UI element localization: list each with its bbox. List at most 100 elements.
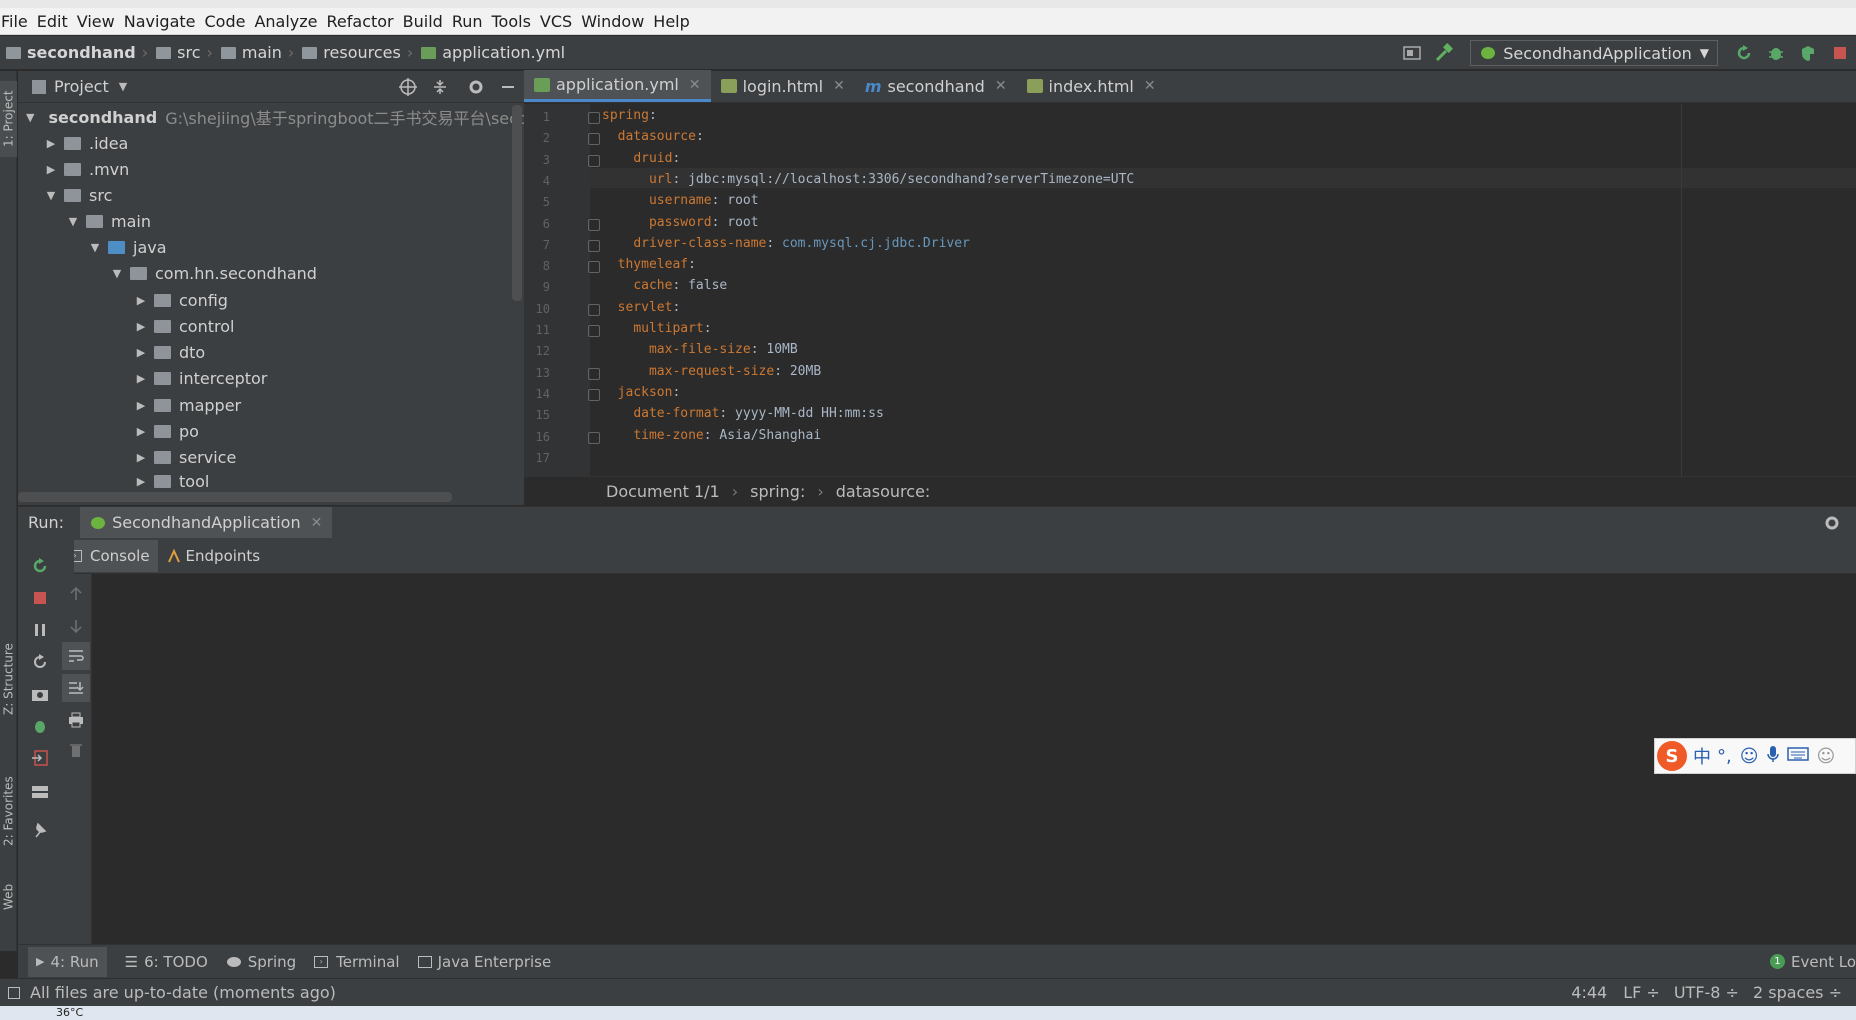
scroll-to-end-icon[interactable] [62, 674, 90, 702]
tree-item-main[interactable]: ▼ main [18, 208, 524, 234]
sogou-logo-icon[interactable]: S [1657, 741, 1687, 771]
menu-tools[interactable]: Tools [492, 12, 540, 31]
breadcrumb-file[interactable]: application.yml [415, 43, 565, 62]
stop-icon[interactable] [1826, 39, 1854, 67]
breadcrumb-resources[interactable]: resources › [296, 43, 415, 62]
fold-marker-icon[interactable] [588, 388, 600, 401]
arrow-down-icon[interactable] [62, 612, 90, 640]
spring-tool-tab[interactable]: Spring [226, 953, 296, 971]
stop-icon[interactable] [26, 584, 54, 612]
toggle-tool-windows-icon[interactable] [8, 986, 20, 999]
weather-temperature[interactable]: 36°C [56, 1006, 83, 1019]
tab-application-yml[interactable]: application.yml ✕ [524, 70, 711, 102]
fold-marker-icon[interactable] [588, 218, 600, 231]
locate-icon[interactable] [394, 73, 422, 101]
line-separator-select[interactable]: LF ÷ [1623, 983, 1660, 1002]
restart-icon[interactable] [26, 648, 54, 676]
tree-root[interactable]: ▼ secondhand G:\shejiing\基于springboot二手书交易… [18, 104, 524, 130]
close-icon[interactable]: ✕ [833, 78, 845, 94]
close-icon[interactable]: ✕ [1144, 78, 1156, 94]
menu-refactor[interactable]: Refactor [327, 12, 403, 31]
fold-marker-icon[interactable] [588, 133, 600, 146]
fold-marker-icon[interactable] [588, 367, 600, 380]
project-horizontal-scrollbar[interactable] [18, 492, 452, 502]
emoji-icon[interactable]: ☺ [1740, 746, 1759, 767]
tree-item-config[interactable]: ▶ config [18, 287, 524, 313]
exit-icon[interactable] [26, 744, 54, 772]
breadcrumb-main[interactable]: main › [215, 43, 296, 62]
project-panel-title[interactable]: Project [54, 77, 109, 96]
tab-secondhand[interactable]: m secondhand ✕ [855, 70, 1017, 102]
trash-icon[interactable] [62, 736, 90, 764]
run-tab[interactable]: SecondhandApplication ✕ [80, 506, 333, 539]
console-tab[interactable]: › Console [60, 540, 158, 572]
ime-punctuation-toggle[interactable]: °, [1717, 746, 1732, 767]
favorites-tool-tab[interactable]: 2: Favorites [0, 761, 17, 861]
tree-item-idea[interactable]: ▶ .idea [18, 130, 524, 156]
tree-item-package[interactable]: ▼ com.hn.secondhand [18, 260, 524, 286]
chevron-down-icon[interactable]: ▼ [119, 80, 127, 93]
pin-icon[interactable] [26, 816, 54, 844]
java-enterprise-tool-tab[interactable]: Java Enterprise [417, 953, 551, 971]
menu-build[interactable]: Build [403, 12, 452, 31]
ime-language-toggle[interactable]: 中 [1693, 743, 1711, 769]
rerun-icon[interactable] [26, 552, 54, 580]
print-icon[interactable] [62, 706, 90, 734]
run-tool-tab[interactable]: ▶ 4: Run [28, 946, 107, 977]
tree-item-mapper[interactable]: ▶ mapper [18, 392, 524, 418]
encoding-select[interactable]: UTF-8 ÷ [1674, 983, 1739, 1002]
fold-marker-icon[interactable] [588, 154, 600, 167]
close-icon[interactable]: ✕ [995, 78, 1007, 94]
arrow-up-icon[interactable] [62, 580, 90, 608]
gear-icon[interactable] [1818, 509, 1846, 537]
doc-breadcrumb-spring[interactable]: spring: [750, 482, 805, 501]
project-tool-tab[interactable]: 1: Project [0, 81, 17, 157]
camera-icon[interactable] [26, 680, 54, 708]
gear-icon[interactable] [462, 73, 490, 101]
rerun-icon[interactable] [1730, 39, 1758, 67]
tab-index-html[interactable]: index.html ✕ [1017, 70, 1166, 102]
debug-bug-icon[interactable] [1762, 39, 1790, 67]
menu-navigate[interactable]: Navigate [124, 12, 205, 31]
todo-tool-tab[interactable]: ☰ 6: TODO [125, 953, 208, 971]
soft-wrap-icon[interactable] [62, 642, 90, 670]
tree-item-mvn[interactable]: ▶ .mvn [18, 156, 524, 182]
layout-icon[interactable] [1398, 39, 1426, 67]
console-output[interactable] [92, 574, 1856, 944]
endpoints-tab[interactable]: Endpoints [158, 547, 269, 565]
menu-vcs[interactable]: VCS [540, 12, 581, 31]
breadcrumb-src[interactable]: src › [150, 43, 215, 62]
close-icon[interactable]: ✕ [311, 515, 323, 531]
tree-item-service[interactable]: ▶ service [18, 444, 524, 470]
pause-icon[interactable] [26, 616, 54, 644]
menu-analyze[interactable]: Analyze [254, 12, 326, 31]
microphone-icon[interactable] [1766, 745, 1779, 768]
close-icon[interactable]: ✕ [689, 77, 701, 93]
minimize-icon[interactable] [494, 73, 522, 101]
menu-code[interactable]: Code [205, 12, 255, 31]
fold-marker-icon[interactable] [588, 239, 600, 252]
run-configuration-select[interactable]: SecondhandApplication ▼ [1470, 40, 1718, 66]
structure-tool-tab[interactable]: Z: Structure [0, 631, 17, 727]
terminal-tool-tab[interactable]: › Terminal [314, 953, 400, 971]
build-hammer-icon[interactable] [1430, 39, 1458, 67]
keyboard-icon[interactable] [1786, 746, 1809, 767]
fold-marker-icon[interactable] [588, 431, 600, 444]
breadcrumb-project[interactable]: secondhand › [0, 43, 150, 62]
menu-file[interactable]: File [0, 12, 37, 31]
menu-edit[interactable]: Edit [37, 12, 77, 31]
tree-item-control[interactable]: ▶ control [18, 313, 524, 339]
menu-view[interactable]: View [77, 12, 124, 31]
fold-marker-icon[interactable] [588, 325, 600, 337]
tree-item-interceptor[interactable]: ▶ interceptor [18, 365, 524, 391]
caret-position[interactable]: 4:44 [1571, 983, 1607, 1002]
web-tool-tab[interactable]: Web [0, 877, 17, 917]
coverage-icon[interactable] [1794, 39, 1822, 67]
debug-restart-icon[interactable] [26, 712, 54, 740]
tab-login-html[interactable]: login.html ✕ [711, 70, 855, 102]
document-indicator[interactable]: Document 1/1 [606, 482, 720, 501]
tree-item-java[interactable]: ▼ java [18, 234, 524, 260]
tree-item-tool[interactable]: ▶ tool [18, 470, 524, 492]
layout-icon[interactable] [26, 778, 54, 806]
event-log-tool-tab[interactable]: 1 Event Lo [1769, 953, 1856, 971]
